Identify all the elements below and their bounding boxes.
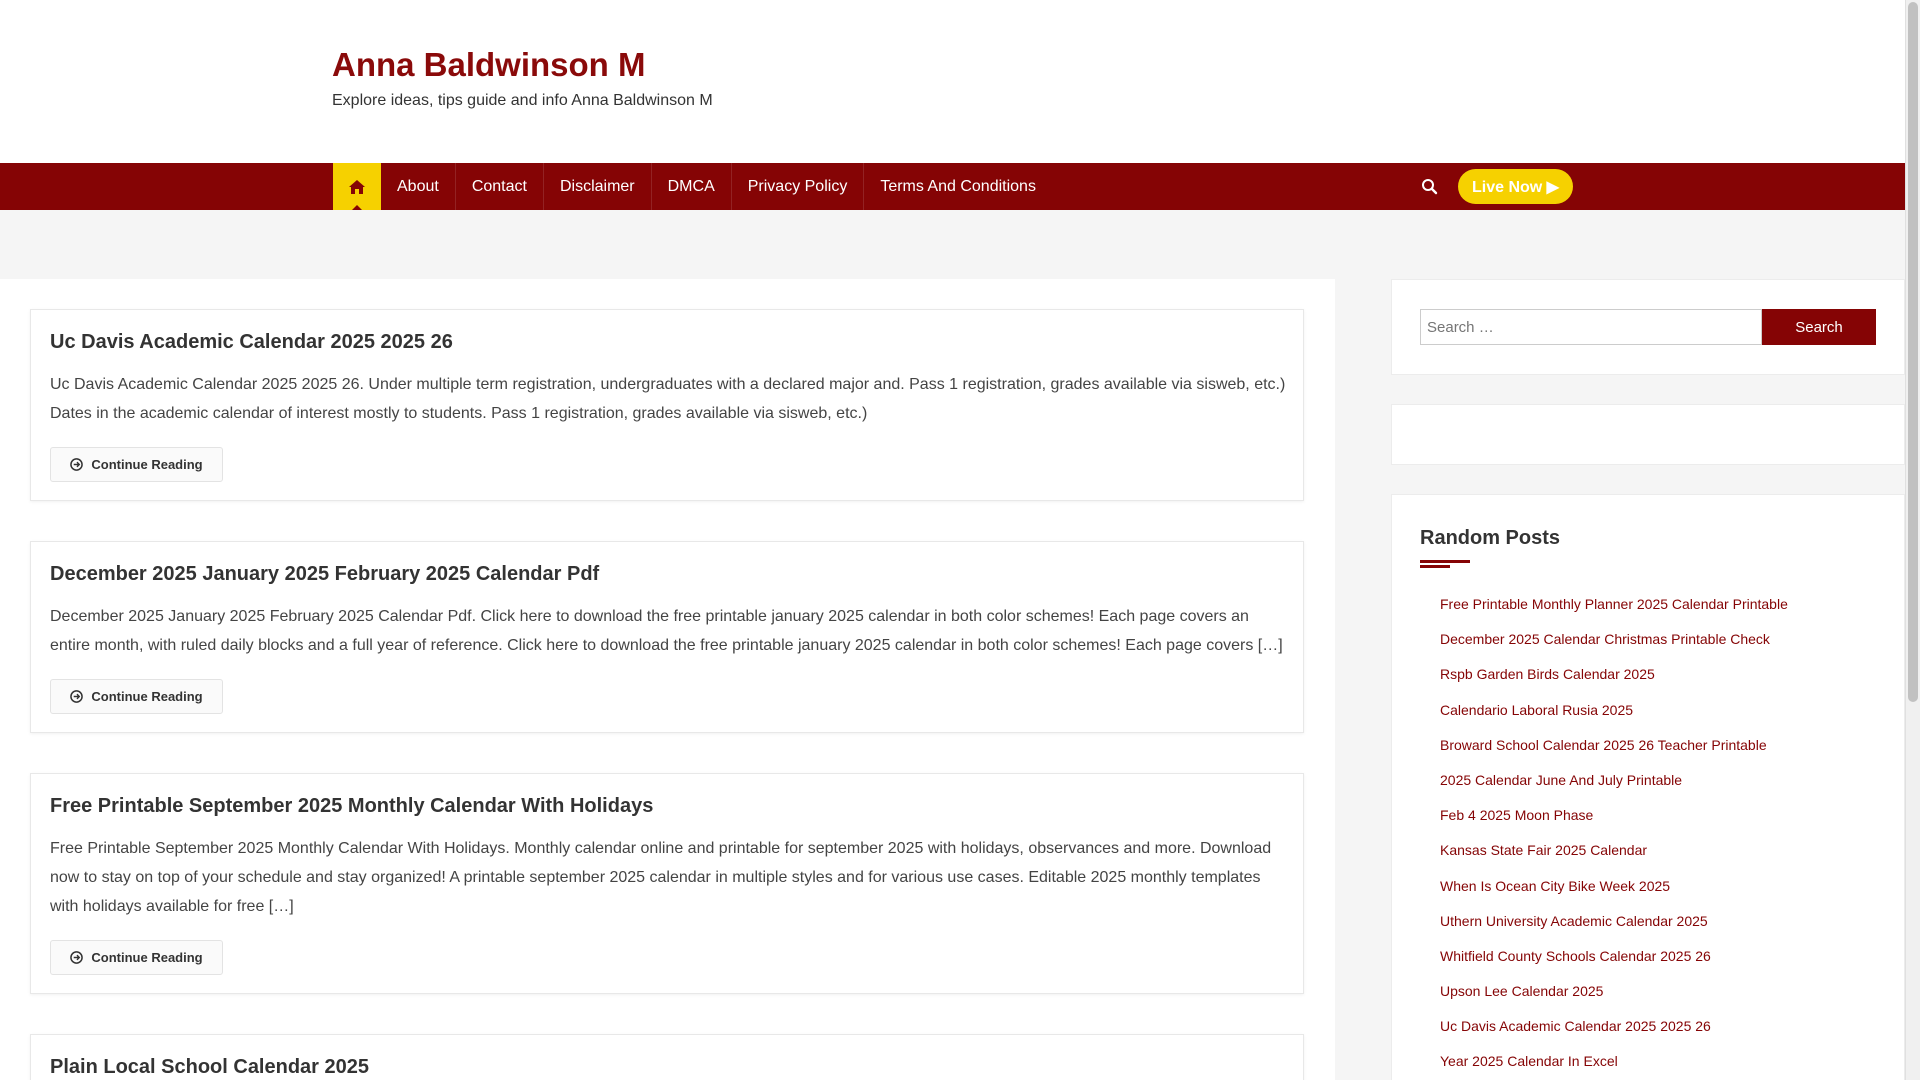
random-post-link[interactable]: Whitfield County Schools Calendar 2025 2… [1440, 948, 1711, 964]
continue-reading-label: Continue Reading [91, 457, 203, 472]
list-item: Uthern University Academic Calendar 2025 [1440, 912, 1788, 947]
nav-item-disclaimer[interactable]: Disclaimer [544, 163, 652, 210]
search-button[interactable]: Search [1762, 309, 1876, 345]
title-underline [1420, 560, 1470, 563]
nav-home-button[interactable] [333, 163, 381, 210]
post-card: Plain Local School Calendar 2025 [30, 1034, 1304, 1080]
post-card: Free Printable September 2025 Monthly Ca… [30, 773, 1304, 994]
continue-reading-label: Continue Reading [91, 689, 203, 704]
list-item: December 2025 Calendar Christmas Printab… [1440, 630, 1788, 665]
random-post-link[interactable]: Calendario Laboral Rusia 2025 [1440, 702, 1633, 718]
post-excerpt: Free Printable September 2025 Monthly Ca… [50, 840, 1272, 915]
page-scrollbar[interactable] [1905, 0, 1920, 1080]
search-input[interactable] [1420, 309, 1762, 345]
continue-reading-label: Continue Reading [91, 950, 203, 965]
post-title[interactable]: Uc Davis Academic Calendar 2025 2025 26 [50, 331, 453, 354]
search-widget: Search [1391, 279, 1905, 375]
list-item: When Is Ocean City Bike Week 2025 [1440, 877, 1788, 912]
random-post-link[interactable]: Feb 4 2025 Moon Phase [1440, 807, 1593, 823]
random-posts-list: Free Printable Monthly Planner 2025 Cale… [1440, 595, 1788, 1080]
list-item: Kansas State Fair 2025 Calendar [1440, 841, 1788, 876]
list-item: Upson Lee Calendar 2025 [1440, 982, 1788, 1017]
random-post-link[interactable]: Uc Davis Academic Calendar 2025 2025 26 [1440, 1018, 1711, 1034]
random-post-link[interactable]: Upson Lee Calendar 2025 [1440, 983, 1603, 999]
list-item: Free Printable Monthly Planner 2025 Cale… [1440, 595, 1788, 630]
empty-widget [1391, 404, 1905, 465]
main-navigation: About Contact Disclaimer DMCA Privacy Po… [0, 163, 1905, 210]
site-description: Explore ideas, tips guide and info Anna … [332, 92, 713, 109]
continue-reading-button[interactable]: Continue Reading [50, 679, 223, 714]
random-post-link[interactable]: Broward School Calendar 2025 26 Teacher … [1440, 737, 1767, 753]
random-post-link[interactable]: Rspb Garden Birds Calendar 2025 [1440, 666, 1655, 682]
post-title[interactable]: Plain Local School Calendar 2025 [50, 1056, 369, 1079]
post-card: Uc Davis Academic Calendar 2025 2025 26 … [30, 309, 1304, 501]
page: Anna Baldwinson M Explore ideas, tips gu… [0, 0, 1905, 1080]
arrow-circle-right-icon [70, 951, 84, 964]
list-item: Rspb Garden Birds Calendar 2025 [1440, 665, 1788, 700]
random-posts-widget: Random Posts Free Printable Monthly Plan… [1391, 494, 1905, 1080]
random-post-link[interactable]: Kansas State Fair 2025 Calendar [1440, 842, 1647, 858]
list-item: 2025 Calendar June And July Printable [1440, 771, 1788, 806]
list-item: Whitfield County Schools Calendar 2025 2… [1440, 947, 1788, 982]
list-item: Feb 4 2025 Moon Phase [1440, 806, 1788, 841]
widget-title: Random Posts [1420, 527, 1561, 549]
site-title[interactable]: Anna Baldwinson M [332, 46, 646, 84]
random-post-link[interactable]: December 2025 Calendar Christmas Printab… [1440, 631, 1770, 647]
post-excerpt: Uc Davis Academic Calendar 2025 2025 26.… [50, 376, 1286, 422]
list-item: Broward School Calendar 2025 26 Teacher … [1440, 736, 1788, 771]
post-title[interactable]: Free Printable September 2025 Monthly Ca… [50, 795, 653, 818]
live-now-button[interactable]: Live Now ▶ [1458, 169, 1573, 204]
continue-reading-button[interactable]: Continue Reading [50, 447, 223, 482]
random-post-link[interactable]: 2025 Calendar June And July Printable [1440, 772, 1682, 788]
scrollbar-thumb[interactable] [1908, 2, 1918, 702]
random-post-link[interactable]: Uthern University Academic Calendar 2025 [1440, 913, 1708, 929]
arrow-circle-right-icon [70, 690, 84, 703]
post-excerpt: December 2025 January 2025 February 2025… [50, 608, 1283, 654]
title-underline [1420, 565, 1450, 568]
random-post-link[interactable]: Year 2025 Calendar In Excel [1440, 1053, 1618, 1069]
post-card: December 2025 January 2025 February 2025… [30, 541, 1304, 733]
random-post-link[interactable]: Free Printable Monthly Planner 2025 Cale… [1440, 596, 1788, 612]
site-header: Anna Baldwinson M Explore ideas, tips gu… [0, 0, 1905, 163]
nav-item-about[interactable]: About [381, 163, 456, 210]
nav-item-privacy-policy[interactable]: Privacy Policy [732, 163, 865, 210]
post-title[interactable]: December 2025 January 2025 February 2025… [50, 563, 599, 586]
nav-item-dmca[interactable]: DMCA [652, 163, 732, 210]
list-item: Uc Davis Academic Calendar 2025 2025 26 [1440, 1017, 1788, 1052]
list-item: Year 2025 Calendar In Excel [1440, 1052, 1788, 1080]
nav-item-contact[interactable]: Contact [456, 163, 544, 210]
home-icon [349, 179, 365, 194]
search-icon[interactable] [1420, 177, 1440, 197]
nav-item-terms[interactable]: Terms And Conditions [864, 163, 1052, 210]
random-post-link[interactable]: When Is Ocean City Bike Week 2025 [1440, 878, 1670, 894]
continue-reading-button[interactable]: Continue Reading [50, 940, 223, 975]
list-item: Calendario Laboral Rusia 2025 [1440, 701, 1788, 736]
arrow-circle-right-icon [70, 458, 84, 471]
